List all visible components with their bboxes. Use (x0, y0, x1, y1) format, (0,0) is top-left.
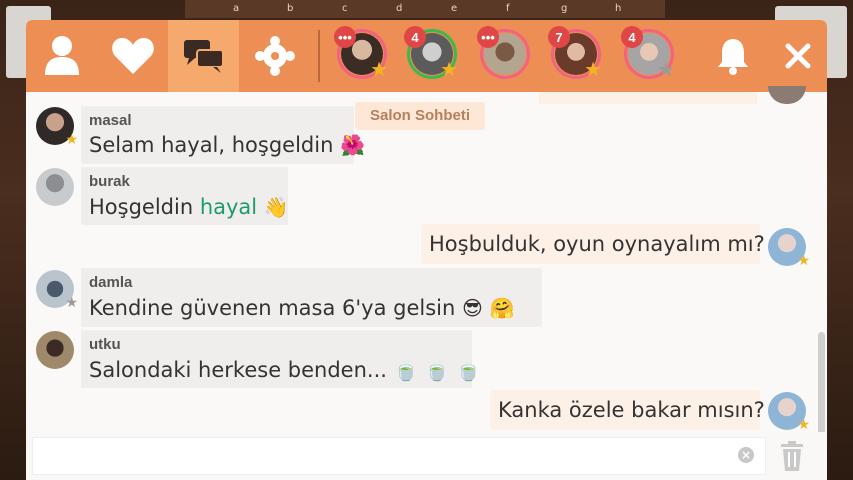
message-text: Kanka özele bakar mısın? (498, 398, 765, 422)
close-button[interactable] (768, 20, 827, 92)
star-icon: ★ (370, 57, 388, 81)
star-icon: ★ (797, 253, 810, 269)
star-icon: ★ (584, 57, 602, 81)
delete-button[interactable] (774, 437, 810, 475)
status-badge: 7 (548, 26, 570, 48)
wave-emoji: 👋 (263, 195, 289, 219)
message-bubble: Hoşbulduk, oyun oynayalım mı? (421, 224, 765, 264)
status-badge: 4 (404, 26, 426, 48)
coord-label: a (233, 3, 240, 14)
message-text: Hoşgeldin hayal 👋 (89, 195, 289, 219)
hug-emoji: 🤗 (489, 296, 515, 320)
chat-icon (183, 40, 224, 73)
notifications-button[interactable] (703, 20, 763, 92)
message-bubble: masal Selam hayal, hoşgeldin 🌺 (81, 106, 365, 164)
status-badge: ••• (477, 26, 499, 48)
header-avatar[interactable]: ••• ★ (334, 26, 388, 81)
status-badge: ••• (334, 26, 356, 48)
star-icon: ★ (440, 57, 458, 81)
message-input-row: × (26, 432, 827, 480)
avatar[interactable]: ★ (36, 107, 78, 147)
coord-label: f (506, 3, 510, 14)
previous-message-bubble (539, 92, 757, 104)
message-bubble: damla Kendine güvenen masa 6'ya gelsin 😎… (81, 268, 542, 327)
message-input[interactable] (32, 437, 766, 475)
puzzle-icon (254, 36, 295, 76)
message-author: burak (89, 173, 130, 190)
message-text: Kendine güvenen masa 6'ya gelsin 😎 🤗 (89, 296, 515, 320)
status-badge: 4 (621, 26, 643, 48)
close-icon (785, 43, 811, 69)
flower-emoji: 🌺 (340, 133, 365, 157)
message-author: damla (89, 274, 133, 291)
chat-toolbar: ••• ★ 4 ★ ••• 7 ★ 4 ★ (26, 20, 827, 92)
coord-label: c (342, 3, 348, 14)
message-bubble: burak Hoşgeldin hayal 👋 (81, 167, 289, 225)
header-avatar[interactable]: ••• (477, 26, 530, 79)
message-bubble: Kanka özele bakar mısın? (490, 390, 765, 430)
bell-icon (718, 39, 748, 75)
avatar[interactable]: ★ (768, 392, 810, 432)
message-text: Selam hayal, hoşgeldin 🌺 (89, 133, 365, 157)
sunglasses-emoji: 😎 (462, 296, 483, 320)
tea-emoji: 🍵 🍵 🍵 (393, 358, 482, 382)
star-icon: ★ (65, 132, 78, 148)
avatar[interactable] (36, 168, 74, 206)
heart-icon (111, 38, 154, 74)
avatar[interactable]: ★ (36, 270, 78, 310)
trash-icon (781, 441, 803, 471)
coord-label: h (615, 3, 622, 14)
message-author: utku (89, 336, 121, 353)
coord-label: e (451, 3, 458, 14)
star-icon: ★ (65, 295, 78, 311)
coord-label: d (396, 3, 403, 14)
message-bubble: utku Salondaki herkese benden... 🍵 🍵 🍵 (81, 330, 481, 388)
coord-label: g (561, 3, 568, 14)
tab-profile[interactable] (26, 20, 97, 92)
header-avatar[interactable]: 7 ★ (548, 26, 602, 81)
avatar[interactable]: ★ (768, 228, 810, 268)
coord-label: b (287, 3, 294, 14)
tab-chat[interactable] (168, 20, 239, 92)
message-text: Salondaki herkese benden... 🍵 🍵 🍵 (89, 358, 482, 382)
message-text: Hoşbulduk, oyun oynayalım mı? (429, 232, 765, 256)
star-icon: ★ (657, 57, 675, 81)
chat-panel: ••• ★ 4 ★ ••• 7 ★ 4 ★ Salon Sohbeti ★ ma… (26, 20, 827, 480)
header-avatar[interactable]: 4 ★ (404, 26, 458, 81)
header-avatar[interactable]: 4 ★ (621, 26, 675, 81)
user-mention[interactable]: hayal (200, 195, 257, 219)
avatar (768, 86, 806, 104)
toolbar-divider (318, 30, 320, 82)
profile-icon (44, 36, 79, 75)
star-icon: ★ (797, 417, 810, 433)
board-coordinate-strip: a b c d e f g h (185, 0, 665, 18)
clear-input-icon[interactable]: × (738, 447, 754, 463)
tab-favorites[interactable] (97, 20, 168, 92)
avatar[interactable] (36, 331, 74, 369)
message-author: masal (89, 112, 132, 129)
tab-puzzle[interactable] (239, 20, 310, 92)
room-label: Salon Sohbeti (355, 102, 486, 130)
